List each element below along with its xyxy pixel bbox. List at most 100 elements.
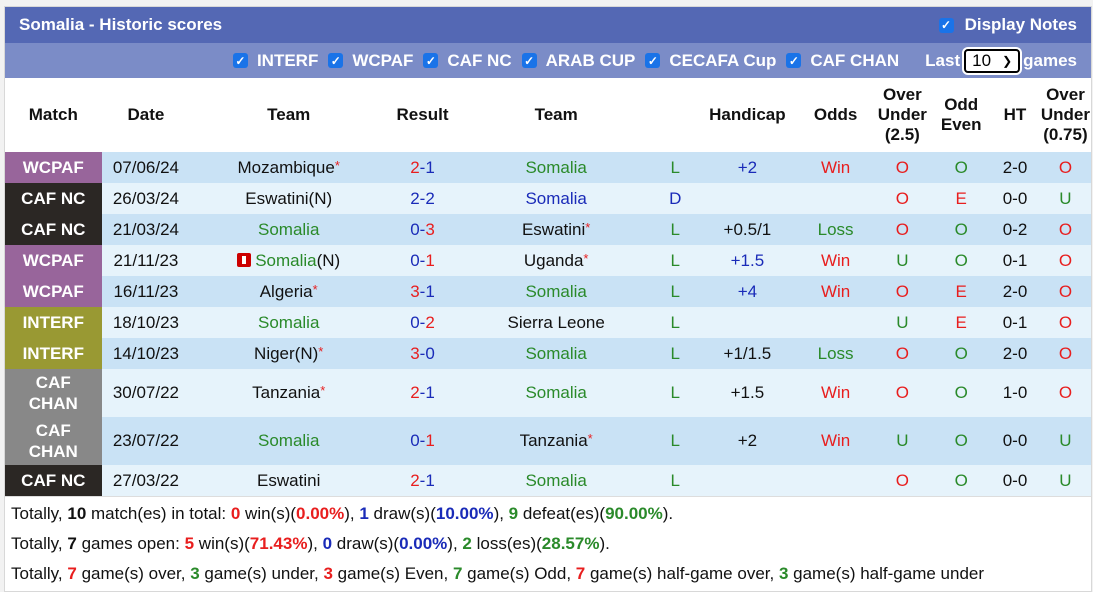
home-team-name[interactable]: Somalia (258, 313, 319, 332)
competition-label: WCPAF (22, 282, 84, 301)
away-team[interactable]: Uganda* (457, 245, 655, 276)
away-team[interactable]: Somalia (457, 369, 655, 417)
home-team[interactable]: Algeria* (190, 276, 388, 307)
display-notes-checkbox[interactable]: ✓ (938, 17, 954, 33)
home-team[interactable]: Tanzania* (190, 369, 388, 417)
filter-wcpaf[interactable]: ✓ WCPAF (328, 51, 413, 71)
home-team-name[interactable]: Eswatini (257, 471, 320, 490)
home-team[interactable]: Eswatini (190, 465, 388, 496)
competition-badge[interactable]: INTERF (5, 307, 102, 338)
table-row[interactable]: CAF NC 27/03/22 Eswatini 2-1 Somalia L O O 0-0 U (5, 465, 1091, 496)
wdl-text: L (670, 312, 680, 332)
last-games-select[interactable]: 10 ❯ (964, 48, 1021, 73)
home-team-name[interactable]: Somalia (258, 431, 319, 450)
competition-badge[interactable]: WCPAF (5, 276, 102, 307)
home-score: 0 (410, 250, 420, 270)
competition-badge[interactable]: CAF NC (5, 465, 102, 496)
match-result[interactable]: 2-2 (387, 183, 458, 214)
match-result[interactable]: 0-2 (387, 307, 458, 338)
competition-badge[interactable]: WCPAF (5, 245, 102, 276)
home-team-name[interactable]: Tanzania (252, 383, 320, 402)
home-team[interactable]: Niger(N)* (190, 338, 388, 369)
home-team-name[interactable]: Somalia (258, 220, 319, 239)
away-team-name[interactable]: Somalia (525, 282, 586, 301)
filter-caf-chan[interactable]: ✓ CAF CHAN (786, 51, 899, 71)
table-row[interactable]: INTERF 14/10/23 Niger(N)* 3-0 Somalia L +1/1.5… (5, 338, 1091, 369)
away-team[interactable]: Somalia (457, 465, 655, 496)
table-row[interactable]: WCPAF 21/11/23 Somalia(N) 0-1 Uganda* L +1.5 Wi… (5, 245, 1091, 276)
away-team-name[interactable]: Somalia (525, 158, 586, 177)
home-team[interactable]: Somalia (190, 214, 388, 245)
home-team[interactable]: Somalia (190, 417, 388, 465)
summary-text: ). (599, 534, 610, 553)
filter-caf-nc[interactable]: ✓ CAF NC (423, 51, 512, 71)
filter-cecafa-cup[interactable]: ✓ CECAFA Cup (645, 51, 776, 71)
match-result[interactable]: 2-1 (387, 465, 458, 496)
table-row[interactable]: WCPAF 16/11/23 Algeria* 3-1 Somalia L +4 Win O E 2… (5, 276, 1091, 307)
match-result[interactable]: 3-1 (387, 276, 458, 307)
filter-interf[interactable]: ✓ INTERF (232, 51, 318, 71)
filter-checkbox[interactable]: ✓ (786, 53, 802, 68)
handicap (696, 465, 799, 496)
home-team[interactable]: Mozambique* (190, 152, 388, 183)
competition-badge[interactable]: CAF NC (5, 183, 102, 214)
home-team-name[interactable]: Eswatini(N) (245, 189, 332, 208)
competition-badge[interactable]: CAF CHAN (5, 417, 102, 465)
home-team-name[interactable]: Mozambique (238, 158, 335, 177)
away-score: 1 (425, 281, 435, 301)
home-team[interactable]: Somalia (190, 307, 388, 338)
away-team-name[interactable]: Somalia (525, 471, 586, 490)
home-team-name[interactable]: Niger(N) (254, 344, 318, 363)
away-team-name[interactable]: Sierra Leone (507, 313, 604, 332)
table-header-row: Match Date Team Result Team Handicap Odd… (5, 78, 1091, 152)
display-notes-toggle[interactable]: ✓ Display Notes (938, 15, 1077, 35)
home-marker-icon: * (334, 157, 340, 173)
table-row[interactable]: CAF CHAN 23/07/22 Somalia 0-1 Tanzania* L +2 Win… (5, 417, 1091, 465)
match-result[interactable]: 0-1 (387, 245, 458, 276)
home-team[interactable]: Eswatini(N) (190, 183, 388, 214)
away-team-name[interactable]: Uganda (524, 251, 584, 270)
competition-badge[interactable]: INTERF (5, 338, 102, 369)
home-team-name[interactable]: Algeria (260, 282, 313, 301)
home-team-name[interactable]: Somalia (255, 251, 316, 270)
odds-result (798, 465, 873, 496)
oe-text: O (954, 157, 968, 177)
match-date: 23/07/22 (101, 417, 191, 465)
away-team[interactable]: Somalia (457, 183, 655, 214)
match-result[interactable]: 0-1 (387, 417, 458, 465)
away-team[interactable]: Somalia (457, 276, 655, 307)
away-team[interactable]: Somalia (457, 338, 655, 369)
table-row[interactable]: CAF NC 21/03/24 Somalia 0-3 Eswatini* L +0.5/1… (5, 214, 1091, 245)
table-row[interactable]: CAF NC 26/03/24 Eswatini(N) 2-2 Somalia D O E 0-… (5, 183, 1091, 214)
match-result[interactable]: 2-1 (387, 152, 458, 183)
filter-arab-cup[interactable]: ✓ ARAB CUP (521, 51, 635, 71)
away-team-name[interactable]: Tanzania (520, 431, 588, 450)
away-team-name[interactable]: Somalia (525, 344, 586, 363)
home-score: 2 (410, 470, 420, 490)
table-row[interactable]: INTERF 18/10/23 Somalia 0-2 Sierra Leone L U E 0… (5, 307, 1091, 338)
table-row[interactable]: CAF CHAN 30/07/22 Tanzania* 2-1 Somalia L +1.5 W… (5, 369, 1091, 417)
away-team[interactable]: Somalia (457, 152, 655, 183)
away-team-name[interactable]: Eswatini (522, 220, 585, 239)
home-team[interactable]: Somalia(N) (190, 245, 388, 276)
away-team[interactable]: Tanzania* (457, 417, 655, 465)
summary-text: Totally, (11, 504, 68, 523)
filter-checkbox[interactable]: ✓ (328, 53, 344, 68)
away-team[interactable]: Eswatini* (457, 214, 655, 245)
match-result[interactable]: 2-1 (387, 369, 458, 417)
away-team-name[interactable]: Somalia (525, 383, 586, 402)
match-result[interactable]: 3-0 (387, 338, 458, 369)
competition-badge[interactable]: CAF CHAN (5, 369, 102, 417)
competition-badge[interactable]: CAF NC (5, 214, 102, 245)
away-team[interactable]: Sierra Leone (457, 307, 655, 338)
away-team-name[interactable]: Somalia (525, 189, 586, 208)
odds-result (798, 307, 873, 338)
table-row[interactable]: WCPAF 07/06/24 Mozambique* 2-1 Somalia L +2 Win… (5, 152, 1091, 183)
filter-checkbox[interactable]: ✓ (423, 53, 439, 68)
filter-checkbox[interactable]: ✓ (521, 53, 537, 68)
filter-checkbox[interactable]: ✓ (232, 53, 248, 68)
header-ht: HT (990, 78, 1040, 152)
filter-checkbox[interactable]: ✓ (645, 53, 661, 68)
match-result[interactable]: 0-3 (387, 214, 458, 245)
competition-badge[interactable]: WCPAF (5, 152, 102, 183)
